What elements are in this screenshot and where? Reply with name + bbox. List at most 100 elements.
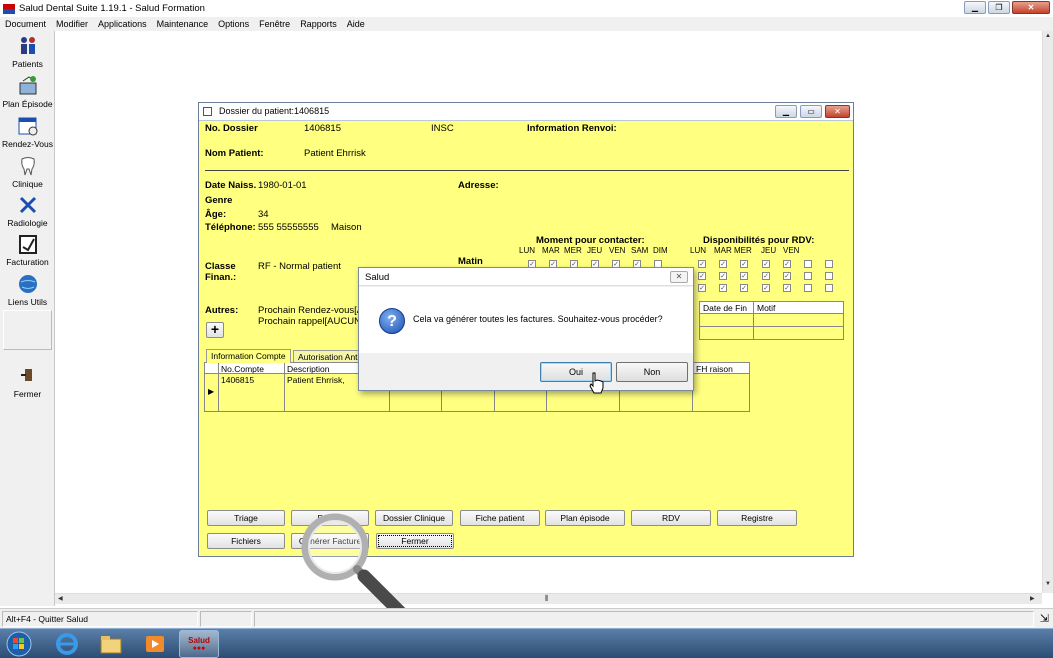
- checkbox-rdv[interactable]: [825, 284, 833, 292]
- grid-line: [284, 363, 285, 411]
- patient-minimize-button[interactable]: ▁: [775, 105, 797, 118]
- sidebar-item-label: Liens Utils: [7, 297, 48, 307]
- window-icon: [203, 107, 212, 116]
- value-prochain-rappel: Prochain rappel[AUCUN: [258, 316, 361, 327]
- recall-table[interactable]: Date de Fin Motif: [699, 301, 844, 340]
- dossier-clinique-button[interactable]: Dossier Clinique: [375, 510, 453, 526]
- value-telephone: 555 55555555: [258, 222, 319, 233]
- menu-rapports[interactable]: Rapports: [295, 17, 342, 31]
- restore-button[interactable]: ❐: [988, 1, 1010, 14]
- checkbox-rdv[interactable]: ✓: [719, 260, 727, 268]
- rdv-button[interactable]: RDV: [631, 510, 711, 526]
- triage-button[interactable]: Triage: [207, 510, 285, 526]
- status-hint: Alt+F4 - Quitter Salud: [2, 611, 198, 627]
- dialog-title: Salud: [365, 272, 390, 283]
- dialog-close-icon[interactable]: ✕: [670, 271, 688, 283]
- sidebar-item-liens-utils[interactable]: Liens Utils: [0, 273, 55, 307]
- checkbox-rdv[interactable]: ✓: [762, 272, 770, 280]
- taskbar-salud-label: Salud: [188, 636, 210, 645]
- registre-button[interactable]: Registre: [717, 510, 797, 526]
- sidebar-item-radiologie[interactable]: Radiologie: [0, 194, 55, 228]
- checkbox-rdv[interactable]: ✓: [719, 272, 727, 280]
- taskbar: Salud ●●●: [0, 628, 1053, 658]
- non-button[interactable]: Non: [616, 362, 688, 382]
- confirm-dialog: Salud ✕ ? Cela va générer toutes les fac…: [358, 267, 694, 391]
- col-description: Description: [287, 364, 330, 374]
- menu-aide[interactable]: Aide: [342, 17, 370, 31]
- checkbox-rdv[interactable]: ✓: [698, 260, 706, 268]
- sidebar-item-rendez-vous[interactable]: Rendez-Vous: [0, 115, 55, 149]
- generer-facture-button[interactable]: Générer Facture: [291, 533, 369, 549]
- sidebar-item-plan-episode[interactable]: Plan Épisode: [0, 75, 55, 109]
- tab-information-compte[interactable]: Information Compte: [206, 349, 291, 363]
- label-moment-contacter: Moment pour contacter:: [536, 235, 645, 246]
- checkbox-rdv[interactable]: ✓: [719, 284, 727, 292]
- sidebar-item-facturation[interactable]: Facturation: [0, 233, 55, 267]
- fichiers-button[interactable]: Fichiers: [207, 533, 285, 549]
- sidebar-item-label: Fermer: [13, 389, 42, 399]
- menu-options[interactable]: Options: [213, 17, 254, 31]
- fiche-patient-button[interactable]: Fiche patient: [460, 510, 540, 526]
- plan-episode-button[interactable]: Plan épisode: [545, 510, 625, 526]
- menu-document[interactable]: Document: [0, 17, 51, 31]
- cell-no-compte[interactable]: 1406815: [221, 375, 254, 385]
- sidebar-item-fermer[interactable]: Fermer: [0, 365, 55, 399]
- vertical-scrollbar[interactable]: ▲ ▼: [1042, 31, 1053, 593]
- taskbar-salud-app[interactable]: Salud ●●●: [179, 630, 219, 658]
- scroll-left-icon[interactable]: ◀: [58, 595, 63, 602]
- label-no-dossier: No. Dossier: [205, 123, 258, 134]
- media-player-icon[interactable]: [140, 631, 170, 657]
- scroll-up-icon[interactable]: ▲: [1045, 33, 1051, 39]
- close-button[interactable]: ✕: [1012, 1, 1050, 14]
- label-genre: Genre: [205, 195, 233, 206]
- add-plus-button[interactable]: +: [206, 322, 224, 338]
- patient-maximize-button[interactable]: ▭: [800, 105, 822, 118]
- checkbox-rdv[interactable]: ✓: [740, 272, 748, 280]
- checkbox-rdv[interactable]: ✓: [783, 260, 791, 268]
- checkbox-rdv[interactable]: ✓: [783, 272, 791, 280]
- divider: [205, 170, 849, 171]
- sidebar-item-clinique[interactable]: Clinique: [0, 155, 55, 189]
- checkbox-rdv[interactable]: ✓: [698, 284, 706, 292]
- menu-applications[interactable]: Applications: [93, 17, 152, 31]
- checkbox-rdv[interactable]: [825, 260, 833, 268]
- cell-description[interactable]: Patient Ehrrisk,: [287, 375, 345, 385]
- checkbox-rdv[interactable]: [804, 284, 812, 292]
- checkbox-rdv[interactable]: [804, 272, 812, 280]
- checkbox-rdv[interactable]: [804, 260, 812, 268]
- checkbox-rdv[interactable]: ✓: [783, 284, 791, 292]
- recall-col-date-fin: Date de Fin: [703, 303, 747, 313]
- menu-fenetre[interactable]: Fenêtre: [254, 17, 295, 31]
- checkbox-rdv[interactable]: ✓: [740, 260, 748, 268]
- day-label: VEN: [783, 246, 800, 255]
- minimize-button[interactable]: ▁: [964, 1, 986, 14]
- checkbox-rdv[interactable]: [825, 272, 833, 280]
- file-explorer-icon[interactable]: [96, 631, 126, 657]
- resize-grip-icon[interactable]: ⇲: [1040, 612, 1049, 625]
- patient-close-button[interactable]: ✕: [825, 105, 850, 118]
- internet-explorer-icon[interactable]: [52, 631, 82, 657]
- sidebar-item-patients[interactable]: Patients: [0, 35, 55, 69]
- label-info-renvoi: Information Renvoi:: [527, 123, 617, 134]
- grid-line: [700, 326, 843, 327]
- grid-line: [218, 363, 219, 411]
- fermer-button[interactable]: Fermer: [376, 533, 454, 549]
- start-button[interactable]: [4, 631, 34, 657]
- patient-window-title: Dossier du patient:1406815: [219, 106, 330, 116]
- day-label: MAR: [542, 246, 560, 255]
- label-telephone: Téléphone:: [205, 222, 256, 233]
- dossier-dentaire-button[interactable]: Dos er: [291, 510, 369, 526]
- scroll-thumb-grip[interactable]: ⦀: [545, 594, 549, 604]
- scroll-right-icon[interactable]: ▶: [1030, 595, 1035, 602]
- checkbox-rdv[interactable]: ✓: [740, 284, 748, 292]
- exit-door-icon: [17, 365, 39, 387]
- checkbox-rdv[interactable]: ✓: [762, 284, 770, 292]
- menu-maintenance[interactable]: Maintenance: [152, 17, 214, 31]
- checkbox-rdv[interactable]: ✓: [762, 260, 770, 268]
- scroll-down-icon[interactable]: ▼: [1045, 581, 1051, 587]
- day-label: JEU: [587, 246, 603, 255]
- menu-modifier[interactable]: Modifier: [51, 17, 93, 31]
- sidebar-item-label: Rendez-Vous: [1, 139, 54, 149]
- horizontal-scrollbar[interactable]: ◀ ⦀ ▶: [55, 593, 1042, 604]
- checkbox-rdv[interactable]: ✓: [698, 272, 706, 280]
